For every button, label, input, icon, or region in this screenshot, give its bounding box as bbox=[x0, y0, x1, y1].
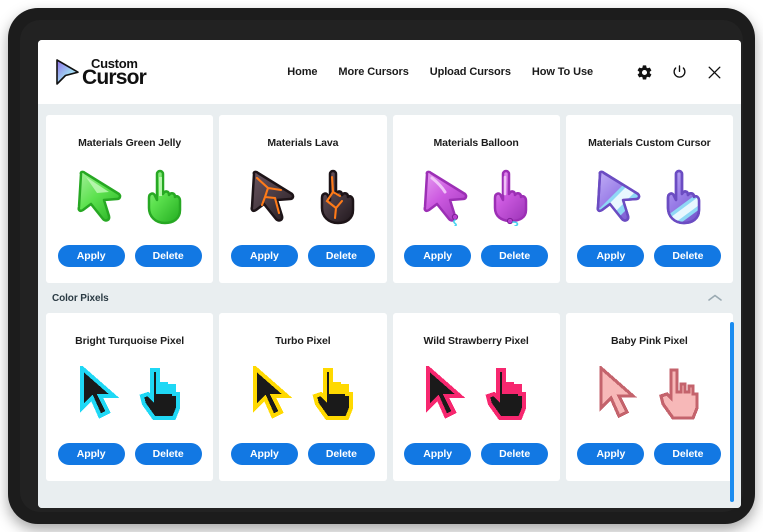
app-header: Custom Cursor Home More Cursors Upload C… bbox=[38, 40, 741, 104]
cursor-card[interactable]: Bright Turquoise Pixel Apply Delete bbox=[46, 313, 214, 481]
cursor-hand-preview bbox=[312, 368, 353, 420]
card-action-row: Apply Delete bbox=[404, 443, 549, 465]
card-action-row: Apply Delete bbox=[230, 245, 375, 267]
card-action-row: Apply Delete bbox=[577, 245, 722, 267]
cursor-arrow-preview bbox=[599, 366, 638, 419]
brand-logo[interactable]: Custom Cursor bbox=[52, 57, 147, 89]
apply-button[interactable]: Apply bbox=[57, 443, 125, 465]
brand-bottom-text: Cursor bbox=[82, 65, 147, 89]
nav-upload-cursors[interactable]: Upload Cursors bbox=[430, 66, 511, 78]
cursor-card-title: Materials Balloon bbox=[433, 137, 519, 149]
delete-button[interactable]: Delete bbox=[307, 443, 375, 465]
card-action-row: Apply Delete bbox=[57, 245, 202, 267]
cursor-arrow-preview bbox=[252, 366, 293, 419]
vertical-scrollbar[interactable] bbox=[730, 322, 734, 502]
cursor-list-scroll-area[interactable]: Materials Green Jelly Apply Delete Mater… bbox=[38, 104, 741, 508]
card-action-row: Apply Delete bbox=[577, 443, 722, 465]
cursor-card-title: Wild Strawberry Pixel bbox=[423, 335, 529, 347]
close-icon[interactable] bbox=[706, 64, 723, 81]
cursor-card[interactable]: Turbo Pixel Apply Delete bbox=[219, 313, 387, 481]
cursor-hand-preview bbox=[659, 368, 699, 420]
app-window: Custom Cursor Home More Cursors Upload C… bbox=[38, 40, 741, 508]
delete-button[interactable]: Delete bbox=[134, 245, 202, 267]
cursor-card[interactable]: Baby Pink Pixel Apply Delete bbox=[565, 313, 733, 481]
cursor-preview-pair bbox=[393, 149, 560, 245]
section-title: Color Pixels bbox=[52, 292, 109, 304]
cursor-hand-preview bbox=[139, 368, 180, 420]
apply-button[interactable]: Apply bbox=[577, 443, 645, 465]
card-action-row: Apply Delete bbox=[404, 245, 549, 267]
chevron-up-icon[interactable] bbox=[707, 293, 723, 303]
card-action-row: Apply Delete bbox=[57, 443, 202, 465]
apply-button[interactable]: Apply bbox=[404, 245, 472, 267]
cursor-card[interactable]: Materials Lava Apply Delete bbox=[219, 115, 387, 283]
cursor-arrow-preview bbox=[77, 170, 121, 222]
cursor-card[interactable]: Wild Strawberry Pixel Apply Delete bbox=[392, 313, 560, 481]
section-header-color-pixels[interactable]: Color Pixels bbox=[38, 283, 741, 313]
device-bezel: Custom Cursor Home More Cursors Upload C… bbox=[8, 8, 755, 524]
nav-more-cursors[interactable]: More Cursors bbox=[338, 66, 408, 78]
header-icon-group bbox=[636, 64, 723, 81]
apply-button[interactable]: Apply bbox=[230, 245, 298, 267]
cursor-hand-preview bbox=[493, 169, 528, 226]
cursor-card-title: Materials Lava bbox=[267, 137, 339, 149]
cursor-card-title: Materials Custom Cursor bbox=[588, 137, 711, 149]
apply-button[interactable]: Apply bbox=[404, 443, 472, 465]
materials-card-row: Materials Green Jelly Apply Delete Mater… bbox=[38, 115, 741, 283]
cursor-card[interactable]: Materials Green Jelly Apply Delete bbox=[46, 115, 214, 283]
cursor-preview-pair bbox=[219, 347, 386, 443]
delete-button[interactable]: Delete bbox=[654, 245, 722, 267]
cursor-hand-preview bbox=[667, 169, 701, 225]
cursor-preview-pair bbox=[566, 347, 733, 443]
delete-button[interactable]: Delete bbox=[654, 443, 722, 465]
cursor-preview-pair bbox=[46, 149, 213, 245]
cursor-arrow-preview bbox=[596, 170, 641, 222]
apply-button[interactable]: Apply bbox=[577, 245, 645, 267]
cursor-card-title: Turbo Pixel bbox=[275, 335, 331, 347]
apply-button[interactable]: Apply bbox=[230, 443, 298, 465]
cursor-arrow-preview bbox=[423, 170, 468, 226]
gear-icon[interactable] bbox=[636, 64, 653, 81]
cursor-card[interactable]: Materials Balloon Apply Delete bbox=[392, 115, 560, 283]
brand-wordmark: Custom Cursor bbox=[82, 57, 147, 89]
apply-button[interactable]: Apply bbox=[57, 245, 125, 267]
cursor-arrow-preview bbox=[426, 366, 466, 419]
cursor-hand-preview bbox=[485, 368, 527, 420]
cursor-preview-pair bbox=[219, 149, 386, 245]
cursor-card-title: Bright Turquoise Pixel bbox=[75, 335, 185, 347]
row-spacer bbox=[38, 104, 741, 115]
main-nav: Home More Cursors Upload Cursors How To … bbox=[287, 64, 723, 81]
cursor-card-title: Materials Green Jelly bbox=[78, 137, 182, 149]
color-pixels-card-row: Bright Turquoise Pixel Apply Delete Turb… bbox=[38, 313, 741, 481]
delete-button[interactable]: Delete bbox=[307, 245, 375, 267]
scrollbar-track[interactable] bbox=[730, 104, 738, 508]
power-icon[interactable] bbox=[671, 64, 688, 81]
nav-home[interactable]: Home bbox=[287, 66, 317, 78]
delete-button[interactable]: Delete bbox=[134, 443, 202, 465]
cursor-preview-pair bbox=[566, 149, 733, 245]
cursor-arrow-preview bbox=[250, 170, 295, 222]
cursor-arrow-preview bbox=[79, 366, 119, 419]
cursor-card[interactable]: Materials Custom Cursor Apply Delete bbox=[565, 115, 733, 283]
cursor-preview-pair bbox=[46, 347, 213, 443]
cursor-card-title: Baby Pink Pixel bbox=[611, 335, 688, 347]
delete-button[interactable]: Delete bbox=[481, 443, 549, 465]
cursor-arrow-logo-icon bbox=[56, 59, 79, 85]
cursor-preview-pair bbox=[393, 347, 560, 443]
row-spacer bbox=[38, 481, 741, 490]
card-action-row: Apply Delete bbox=[230, 443, 375, 465]
nav-how-to-use[interactable]: How To Use bbox=[532, 66, 593, 78]
cursor-hand-preview bbox=[147, 169, 181, 225]
cursor-hand-preview bbox=[320, 169, 355, 225]
delete-button[interactable]: Delete bbox=[481, 245, 549, 267]
